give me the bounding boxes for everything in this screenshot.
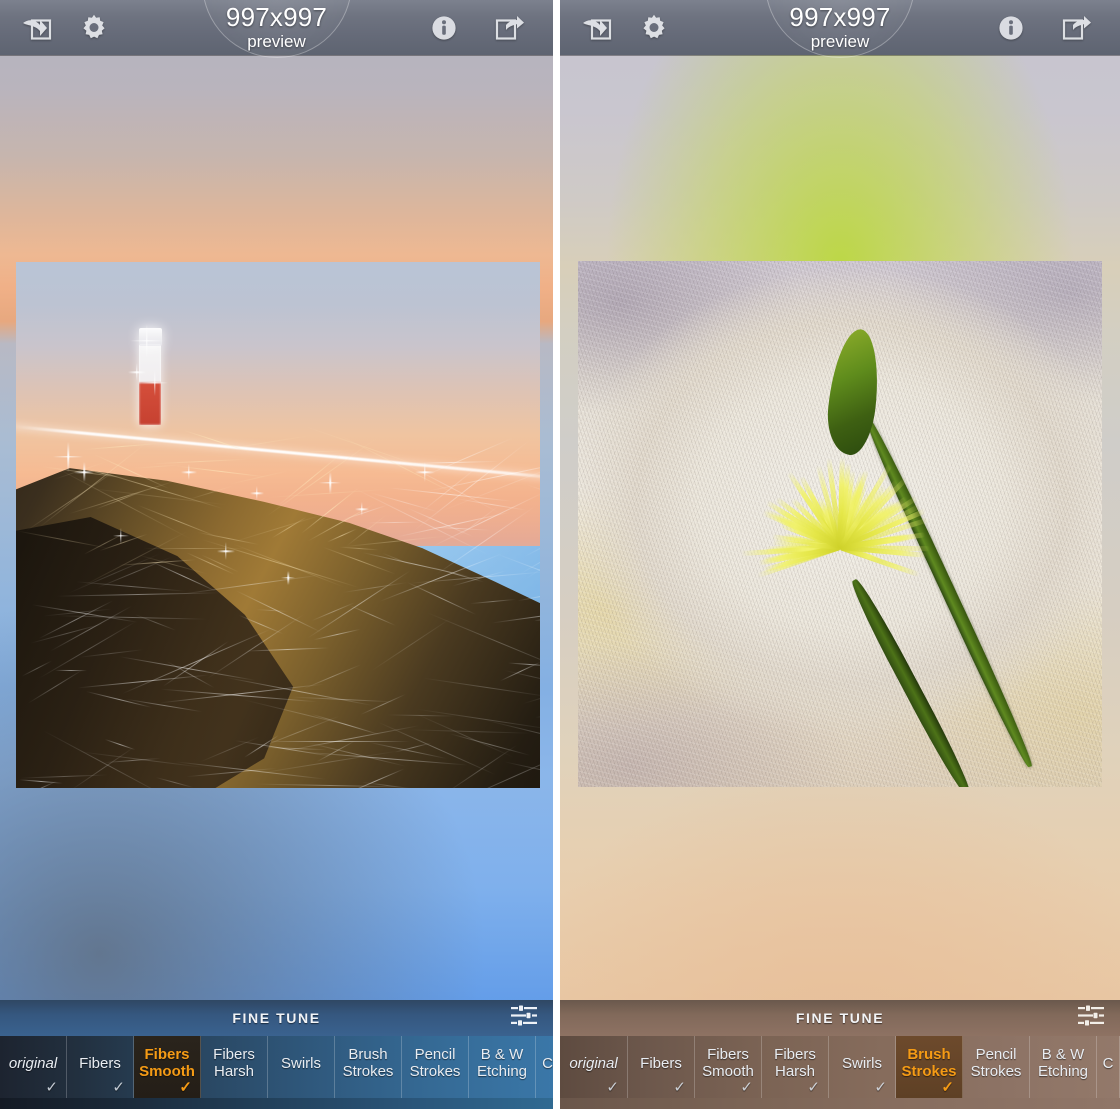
filter-cell[interactable]: Fibers Harsh [201, 1036, 268, 1098]
filter-label: B & W Etching [476, 1046, 528, 1080]
filter-check-icon: ✓ [112, 1079, 125, 1096]
info-icon[interactable] [998, 15, 1024, 41]
filter-label: original [8, 1054, 58, 1072]
filter-check-icon: ✓ [179, 1079, 192, 1096]
share-icon[interactable] [495, 15, 525, 41]
filter-label: Fibers Harsh [213, 1046, 255, 1080]
lighthouse-photo [16, 262, 540, 788]
filter-check-icon: ✓ [941, 1079, 954, 1096]
sliders-icon[interactable] [1078, 1005, 1104, 1031]
filter-cell[interactable]: Fibers ✓ [67, 1036, 134, 1098]
filter-cell[interactable]: Swirls [268, 1036, 335, 1098]
star-glint [53, 442, 83, 472]
dandelion-photo [578, 261, 1102, 787]
filter-label: Swirls [281, 1054, 321, 1072]
gear-icon[interactable] [640, 14, 668, 42]
bottom-bar: FINE TUNE original ✓ Fibers ✓ Fibers Smo… [0, 1000, 553, 1109]
filter-cell[interactable]: C [536, 1036, 553, 1098]
filter-label: Pencil Strokes [970, 1046, 1022, 1080]
filter-cell[interactable]: Pencil Strokes [402, 1036, 469, 1098]
filter-check-icon: ✓ [874, 1079, 887, 1096]
filter-check-icon: ✓ [606, 1079, 619, 1096]
share-icon[interactable] [1062, 15, 1092, 41]
import-icon[interactable] [22, 15, 52, 41]
bottom-footer-strip [0, 1098, 553, 1109]
filter-label: Fibers [79, 1054, 121, 1072]
gear-icon[interactable] [80, 14, 108, 42]
fine-tune-title: FINE TUNE [232, 1010, 321, 1026]
filter-check-icon: ✓ [673, 1079, 686, 1096]
screenshot-panel-right: 997x997 preview FINE TUNE original ✓ Fib… [560, 0, 1120, 1109]
panel-divider [553, 0, 560, 1109]
filter-label: Brush Strokes [342, 1046, 394, 1080]
fine-tune-title: FINE TUNE [795, 1010, 885, 1026]
preview-image-left[interactable] [16, 262, 540, 788]
filter-cell[interactable]: Swirls ✓ [829, 1036, 896, 1098]
filter-label: C [1102, 1054, 1114, 1072]
filter-label: Fibers [640, 1054, 682, 1072]
filter-cell[interactable]: original ✓ [560, 1036, 628, 1098]
filter-check-icon: ✓ [807, 1079, 820, 1096]
app-root: 997x997 preview FINE TUNE original ✓ Fib… [0, 0, 1120, 1109]
preview-image-right[interactable] [578, 261, 1102, 787]
filter-cell[interactable]: Fibers ✓ [628, 1036, 695, 1098]
filter-label: C [542, 1054, 553, 1072]
screenshot-panel-left: 997x997 preview FINE TUNE original ✓ Fib… [0, 0, 553, 1109]
filter-check-icon: ✓ [740, 1079, 753, 1096]
filter-cell[interactable]: B & W Etching [1030, 1036, 1097, 1098]
fine-tune-header[interactable]: FINE TUNE [560, 1000, 1120, 1036]
filter-cell[interactable]: original ✓ [0, 1036, 67, 1098]
bottom-bar: FINE TUNE original ✓ Fibers ✓ Fibers Smo… [560, 1000, 1120, 1109]
filter-cell[interactable]: Brush Strokes ✓ [896, 1036, 963, 1098]
filter-check-icon: ✓ [45, 1079, 58, 1096]
filter-cell[interactable]: Pencil Strokes [963, 1036, 1030, 1098]
filter-label: Swirls [842, 1054, 882, 1072]
filter-label: B & W Etching [1037, 1046, 1089, 1080]
lighthouse-tower [139, 343, 162, 426]
filter-strip[interactable]: original ✓ Fibers ✓ Fibers Smooth ✓ Fibers Harsh… [560, 1036, 1120, 1098]
top-toolbar [560, 0, 1120, 55]
filter-cell[interactable]: Fibers Smooth ✓ [695, 1036, 762, 1098]
import-icon[interactable] [582, 15, 612, 41]
filter-cell[interactable]: C [1097, 1036, 1120, 1098]
filter-strip[interactable]: original ✓ Fibers ✓ Fibers Smooth ✓ Fibers Harsh… [0, 1036, 553, 1098]
filter-cell[interactable]: B & W Etching [469, 1036, 536, 1098]
sliders-icon[interactable] [511, 1005, 537, 1031]
filter-label: original [569, 1054, 618, 1072]
info-icon[interactable] [431, 15, 457, 41]
bottom-footer-strip [560, 1098, 1120, 1109]
filter-cell[interactable]: Brush Strokes [335, 1036, 402, 1098]
top-toolbar [0, 0, 553, 55]
fine-tune-header[interactable]: FINE TUNE [0, 1000, 553, 1036]
lighthouse-lantern [138, 328, 162, 347]
filter-cell[interactable]: Fibers Smooth ✓ [134, 1036, 201, 1098]
filter-cell[interactable]: Fibers Harsh ✓ [762, 1036, 829, 1098]
filter-label: Pencil Strokes [409, 1046, 461, 1080]
